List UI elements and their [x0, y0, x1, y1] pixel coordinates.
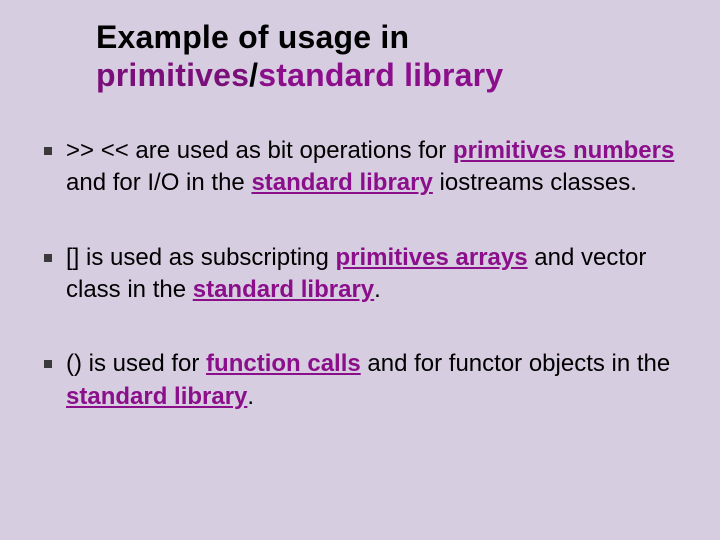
- title-stdlib: standard library: [258, 57, 503, 93]
- bullet-list: >> << are used as bit operations for pri…: [28, 135, 692, 413]
- title-text-1: Example of usage in: [96, 19, 409, 55]
- title-slash: /: [249, 57, 258, 93]
- bullet-text: and for functor objects in the: [361, 350, 671, 377]
- slide-title: Example of usage in primitives/standard …: [96, 18, 692, 95]
- bullet-text: .: [247, 383, 254, 410]
- title-primitives: primitives: [96, 57, 249, 93]
- bullet-text: >> << are used as bit operations for: [66, 137, 453, 164]
- slide: Example of usage in primitives/standard …: [0, 0, 720, 540]
- stdlib-term: standard library: [66, 383, 247, 410]
- list-item: () is used for function calls and for fu…: [38, 348, 682, 413]
- bullet-text: () is used for: [66, 350, 206, 377]
- bullet-text: iostreams classes.: [433, 169, 637, 196]
- function-calls-term: function calls: [206, 350, 361, 377]
- list-item: [] is used as subscripting primitives ar…: [38, 242, 682, 307]
- stdlib-term: standard library: [251, 169, 432, 196]
- list-item: >> << are used as bit operations for pri…: [38, 135, 682, 200]
- bullet-text: and for I/O in the: [66, 169, 251, 196]
- primitives-term: primitives arrays: [335, 244, 527, 271]
- stdlib-term: standard library: [193, 276, 374, 303]
- bullet-text: .: [374, 276, 381, 303]
- bullet-text: [] is used as subscripting: [66, 244, 335, 271]
- primitives-term: primitives numbers: [453, 137, 674, 164]
